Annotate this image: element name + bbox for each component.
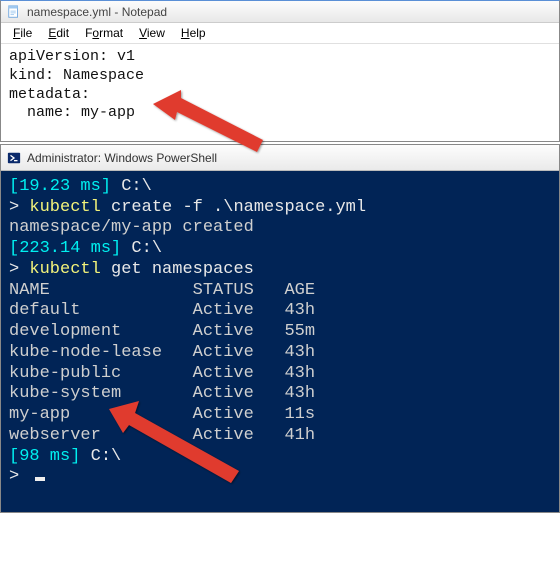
table-row: webserver Active 41h [9,426,551,447]
command: kubectl [29,198,100,217]
yaml-line: metadata: [9,86,551,105]
table-header: NAME STATUS AGE [9,281,551,302]
powershell-title: Administrator: Windows PowerShell [27,151,217,165]
notepad-title: namespace.yml - Notepad [27,5,167,19]
command: kubectl [29,260,100,279]
powershell-terminal[interactable]: [19.23 ms] C:\ > kubectl create -f .\nam… [1,171,559,512]
menu-file[interactable]: File [7,25,38,41]
yaml-line: apiVersion: v1 [9,48,551,67]
terminal-line: [98 ms] C:\ [9,447,551,468]
notepad-window: namespace.yml - Notepad File Edit Format… [0,0,560,142]
yaml-line: kind: Namespace [9,67,551,86]
table-row: kube-public Active 43h [9,364,551,385]
table-row: kube-system Active 43h [9,384,551,405]
powershell-titlebar[interactable]: Administrator: Windows PowerShell [1,145,559,171]
terminal-line: > kubectl get namespaces [9,260,551,281]
powershell-window: Administrator: Windows PowerShell [19.23… [0,144,560,513]
notepad-icon [7,5,21,19]
prompt: > [9,467,29,486]
terminal-line: > [9,467,551,488]
yaml-line: name: my-app [9,104,551,123]
terminal-line: [223.14 ms] C:\ [9,239,551,260]
cwd: C:\ [80,447,121,466]
prompt: > [9,198,29,217]
notepad-menubar: File Edit Format View Help [1,23,559,44]
table-row: default Active 43h [9,301,551,322]
menu-help[interactable]: Help [175,25,212,41]
table-row: kube-node-lease Active 43h [9,343,551,364]
menu-format[interactable]: Format [79,25,129,41]
cursor-icon [35,477,45,481]
table-row: development Active 55m [9,322,551,343]
terminal-output: namespace/my-app created [9,218,551,239]
args: create -f .\namespace.yml [101,198,366,217]
menu-view[interactable]: View [133,25,171,41]
prompt: > [9,260,29,279]
powershell-icon [7,151,21,165]
cwd: C:\ [111,177,152,196]
args: get namespaces [101,260,254,279]
cwd: C:\ [121,239,162,258]
notepad-titlebar[interactable]: namespace.yml - Notepad [1,1,559,23]
notepad-text-area[interactable]: apiVersion: v1 kind: Namespace metadata:… [1,44,559,141]
table-row: my-app Active 11s [9,405,551,426]
timing-badge: [223.14 ms] [9,239,121,258]
timing-badge: [98 ms] [9,447,80,466]
timing-badge: [19.23 ms] [9,177,111,196]
terminal-line: > kubectl create -f .\namespace.yml [9,198,551,219]
terminal-line: [19.23 ms] C:\ [9,177,551,198]
menu-edit[interactable]: Edit [42,25,75,41]
